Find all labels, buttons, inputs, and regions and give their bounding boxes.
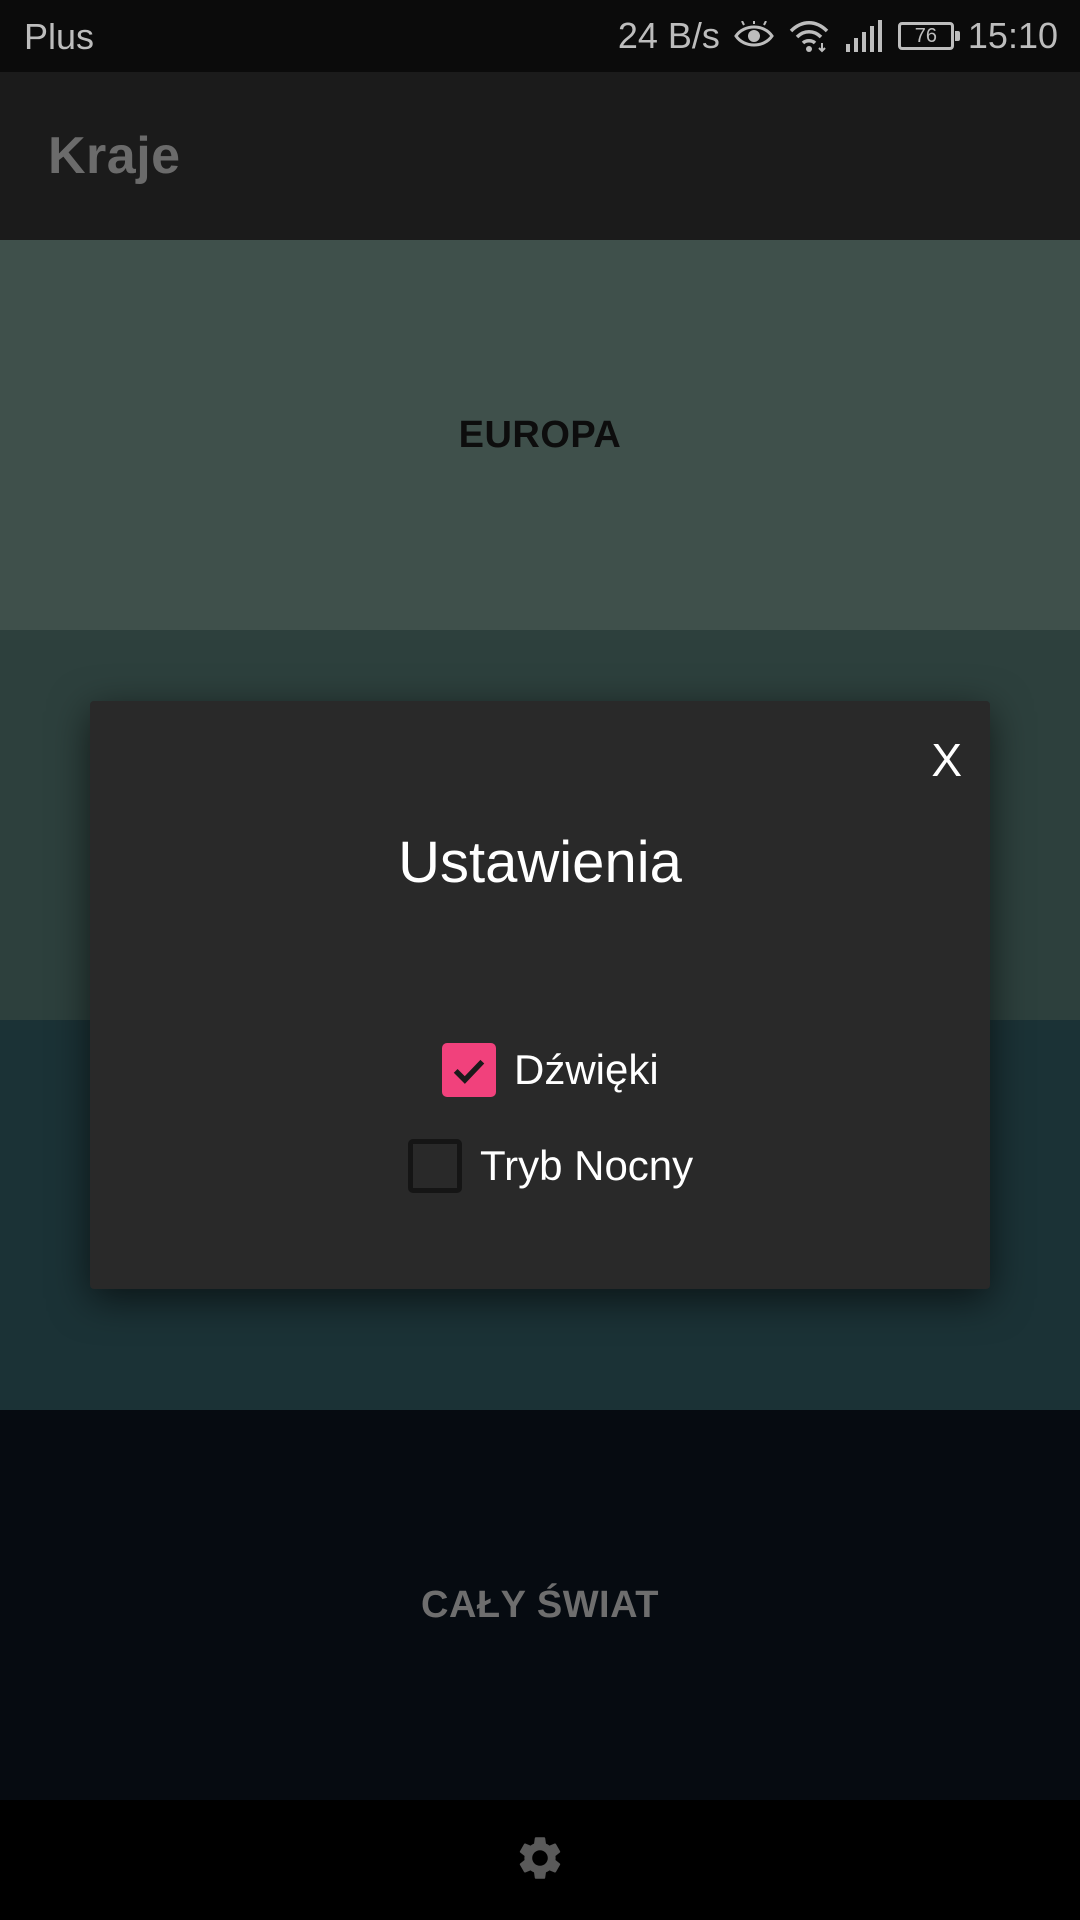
dialog-title: Ustawienia [398,830,682,895]
tile-label: CAŁY ŚWIAT [421,1583,659,1626]
night-mode-label: Tryb Nocny [480,1142,694,1189]
status-icons: 24 B/s 76 15:10 [618,14,1058,58]
status-bar: Plus 24 B/s 76 15:10 [0,0,1080,72]
tile-label: EUROPA [458,413,622,456]
tile-caly-swiat[interactable]: CAŁY ŚWIAT [0,1410,1080,1800]
settings-button[interactable] [510,1830,570,1890]
check-icon [453,1059,485,1084]
option-night-mode[interactable]: Tryb Nocny [408,1139,693,1193]
signal-icon [844,20,884,52]
close-button[interactable]: X [931,737,962,783]
settings-dialog: X Ustawienia Dźwięki Tryb Nocny [90,701,990,1289]
carrier-label: Plus [24,16,95,57]
gear-icon [514,1832,566,1889]
sounds-checkbox[interactable] [442,1043,496,1097]
tile-europa[interactable]: EUROPA [0,240,1080,630]
night-mode-checkbox[interactable] [408,1139,462,1193]
clock: 15:10 [967,15,1058,56]
battery-icon: 76 [897,22,960,50]
screen: Plus 24 B/s 76 15:10 Kraje EUROPA CAŁY Ś… [0,0,1080,1920]
option-sounds[interactable]: Dźwięki [442,1043,659,1097]
sounds-label: Dźwięki [514,1046,659,1093]
app-bar: Kraje [0,72,1080,240]
net-speed: 24 B/s [617,15,720,56]
bottom-bar [0,1800,1080,1920]
eye-icon [734,21,774,51]
page-title: Kraje [48,127,181,185]
wifi-icon [788,19,830,53]
battery-level: 76 [914,25,938,47]
